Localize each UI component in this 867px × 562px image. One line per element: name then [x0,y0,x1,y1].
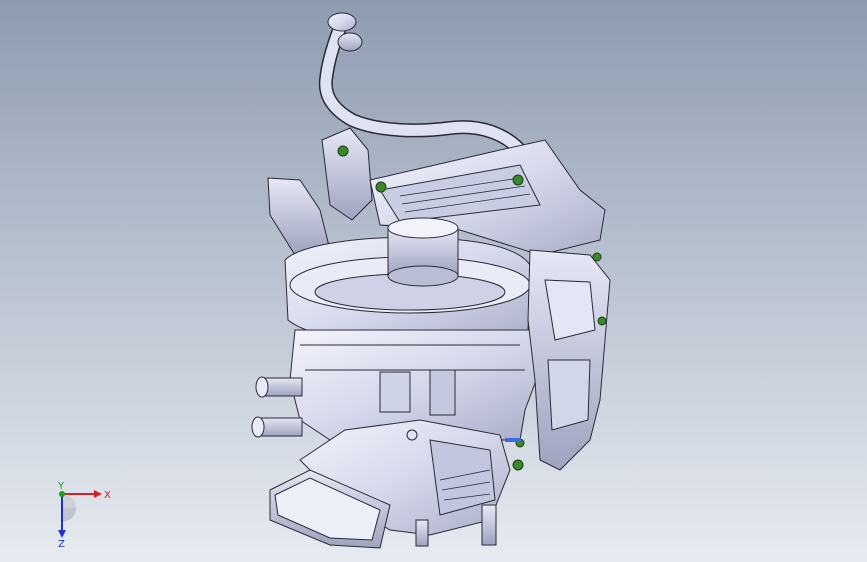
x-axis-arrow-icon [94,490,102,498]
axis-triad: X Y Z [57,481,111,548]
bottom-mount-leg [481,504,497,546]
blue-connector [505,438,521,442]
z-axis-label: Z [58,539,65,548]
left-pipe-fittings [251,376,303,438]
upper-mounting-bracket [321,127,373,221]
x-axis-label: X [104,490,111,501]
y-axis-label: Y [57,481,65,492]
coolant-hose [318,12,527,157]
cad-3d-viewport[interactable]: X Y Z [0,0,867,562]
left-side-bracket [267,177,331,256]
hvac-assembly-model[interactable] [0,0,867,562]
z-axis-arrow-icon [58,530,66,538]
blower-motor [387,217,459,287]
